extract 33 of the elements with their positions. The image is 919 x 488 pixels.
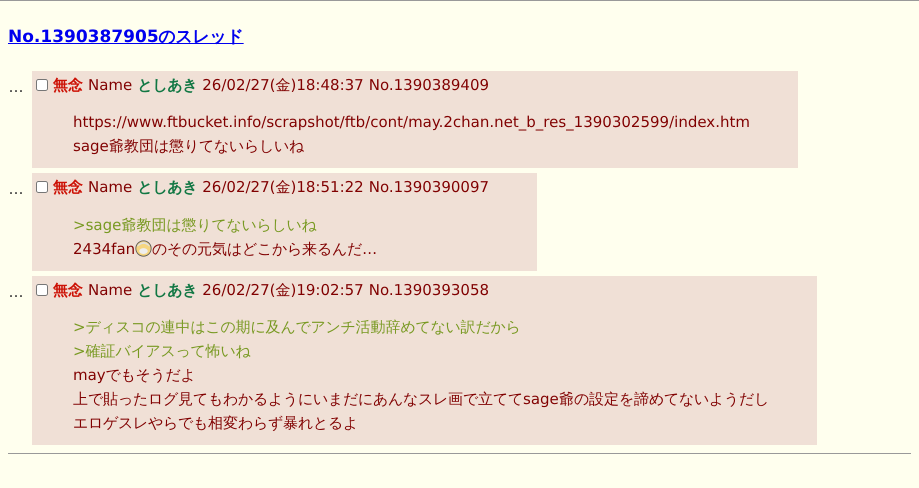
poster-name: としあき bbox=[137, 177, 198, 198]
menu-ellipsis[interactable]: … bbox=[8, 282, 24, 300]
message-line: https://www.ftbucket.info/scrapshot/ftb/cont/may.2chan.net_b_res_1390302599/index.htm bbox=[73, 112, 750, 133]
message-line: 上で貼ったログ見てもわかるようにいまだにあんなスレ画で立ててsage爺の設定を諦めてないようだし bbox=[73, 389, 769, 410]
post-date: 26/02/27(金)19:02:57 bbox=[202, 280, 364, 300]
post-number: No.1390389409 bbox=[368, 74, 490, 96]
post-checkbox[interactable] bbox=[36, 284, 48, 296]
post-subject: 無念 bbox=[53, 177, 83, 198]
post-checkbox[interactable] bbox=[36, 78, 48, 91]
name-label: Name bbox=[88, 280, 132, 300]
post-number: No.1390390097 bbox=[368, 177, 490, 198]
post-number: No.1390393058 bbox=[368, 280, 490, 300]
menu-ellipsis[interactable]: … bbox=[8, 180, 24, 198]
post-date: 26/02/27(金)18:48:37 bbox=[202, 74, 364, 96]
message-line: mayでもそうだよ bbox=[73, 365, 197, 386]
post-date: 26/02/27(金)18:51:22 bbox=[202, 177, 364, 198]
quote-line: >ディスコの連中はこの期に及んでアンチ活動辞めてない訳だから bbox=[73, 317, 522, 338]
poster-name: としあき bbox=[137, 74, 198, 96]
post-subject: 無念 bbox=[53, 74, 83, 96]
quote-line: >確証バイアスって怖いね bbox=[73, 341, 252, 362]
thread-title-link[interactable]: No.1390387905のスレッド bbox=[8, 25, 244, 50]
message-text: のその元気はどこから来るんだ… bbox=[152, 240, 378, 258]
emoji-icon bbox=[135, 240, 152, 256]
menu-ellipsis[interactable]: … bbox=[8, 78, 24, 96]
message-line: sage爺教団は懲りてないらしいね bbox=[73, 136, 305, 157]
message-line: エロゲスレやらでも相変わらず暴れとるよ bbox=[73, 413, 359, 434]
poster-name: としあき bbox=[137, 280, 198, 300]
post-checkbox[interactable] bbox=[36, 181, 48, 194]
quote-line: >sage爺教団は懲りてないらしいね bbox=[73, 214, 318, 236]
post-subject: 無念 bbox=[53, 280, 83, 300]
name-label: Name bbox=[88, 74, 132, 96]
name-label: Name bbox=[88, 177, 132, 198]
message-text: 2434fan bbox=[73, 240, 136, 258]
